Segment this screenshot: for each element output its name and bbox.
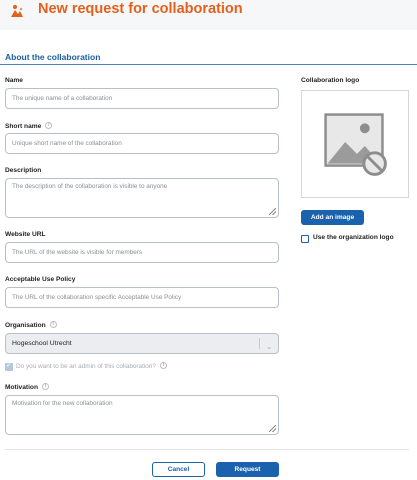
- resize-grip-icon[interactable]: [269, 208, 276, 215]
- description-placeholder: The description of the collaboration is …: [12, 183, 168, 190]
- short-name-label-text: Short name: [5, 123, 42, 130]
- section-divider: [0, 64, 417, 65]
- organisation-label: Organisation: [5, 321, 57, 329]
- admin-label: Do you want to be an admin of this colla…: [16, 362, 167, 370]
- page-header: New request for collaboration: [0, 0, 417, 30]
- short-name-input[interactable]: Unique short name of the collaboration: [5, 133, 279, 154]
- resize-grip-icon[interactable]: [269, 425, 276, 432]
- info-icon[interactable]: [45, 122, 53, 129]
- add-image-button[interactable]: Add an image: [301, 210, 364, 225]
- motivation-label: Motivation: [5, 383, 49, 391]
- organisation-value: Hogeschool Utrecht: [12, 340, 72, 347]
- name-label-text: Name: [5, 77, 23, 84]
- logo-dropzone[interactable]: [301, 90, 409, 198]
- select-divider: [259, 338, 260, 349]
- use-org-logo-label[interactable]: Use the organization logo: [313, 234, 394, 241]
- info-icon[interactable]: [41, 383, 49, 390]
- page-title: New request for collaboration: [38, 1, 243, 17]
- section-title: About the collaboration: [5, 52, 101, 62]
- info-icon[interactable]: [49, 321, 57, 328]
- name-placeholder: The unique name of a collaboration: [12, 95, 113, 102]
- use-org-logo-checkbox[interactable]: [301, 235, 309, 243]
- request-button[interactable]: Request: [216, 462, 279, 477]
- website-label: Website URL: [5, 231, 46, 238]
- cancel-button[interactable]: Cancel: [152, 462, 205, 477]
- website-label-text: Website URL: [5, 231, 46, 238]
- aup-placeholder: The URL of the collaboration specific Ac…: [12, 294, 182, 301]
- description-textarea[interactable]: The description of the collaboration is …: [5, 178, 279, 218]
- aup-input[interactable]: The URL of the collaboration specific Ac…: [5, 287, 279, 308]
- short-name-label: Short name: [5, 122, 53, 130]
- image-placeholder-icon: [324, 113, 387, 176]
- short-name-placeholder: Unique short name of the collaboration: [12, 140, 122, 147]
- admin-label-text: Do you want to be an admin of this colla…: [16, 363, 156, 370]
- admin-checkbox: [5, 361, 13, 371]
- name-input[interactable]: The unique name of a collaboration: [5, 88, 279, 109]
- motivation-placeholder: Motivation for the new collaboration: [12, 400, 113, 407]
- organisation-label-text: Organisation: [5, 322, 46, 329]
- info-icon[interactable]: [159, 362, 167, 369]
- website-placeholder: The URL of the website is visible for me…: [12, 249, 143, 256]
- motivation-textarea[interactable]: Motivation for the new collaboration: [5, 395, 279, 435]
- logo-label: Collaboration logo: [301, 77, 360, 84]
- form-footer-divider: [5, 449, 409, 450]
- description-label-text: Description: [5, 167, 42, 174]
- name-label: Name: [5, 77, 23, 84]
- motivation-label-text: Motivation: [5, 384, 38, 391]
- orange-logo-icon: [11, 5, 23, 17]
- organisation-select[interactable]: Hogeschool Utrecht ⌄: [5, 333, 279, 354]
- description-label: Description: [5, 167, 41, 174]
- chevron-down-icon[interactable]: ⌄: [266, 338, 272, 357]
- aup-label: Acceptable Use Policy: [5, 276, 75, 283]
- aup-label-text: Acceptable Use Policy: [5, 276, 76, 283]
- website-input[interactable]: The URL of the website is visible for me…: [5, 242, 279, 263]
